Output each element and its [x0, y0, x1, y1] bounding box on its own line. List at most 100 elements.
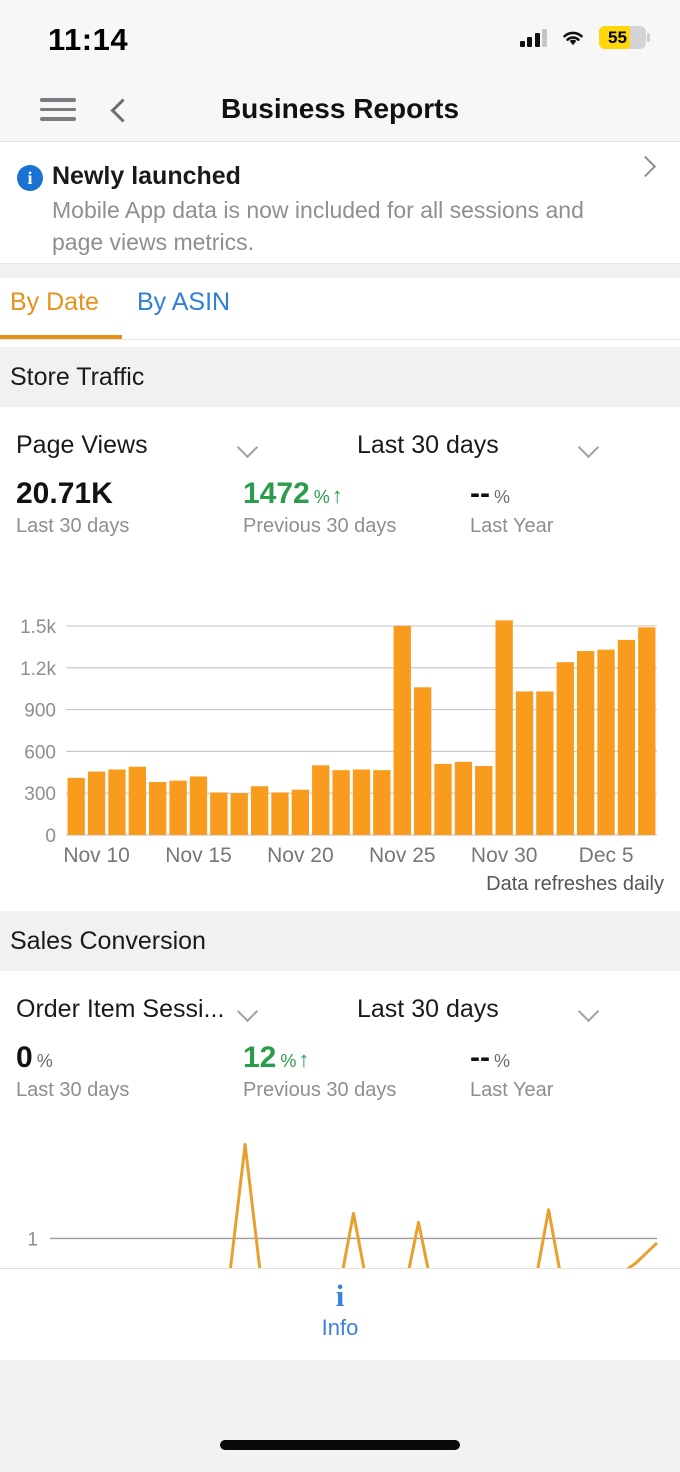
bar[interactable]: [556, 662, 574, 835]
stat-current: 20.71K Last 30 days: [16, 477, 129, 538]
y-axis-tick-label: 1: [27, 1229, 38, 1250]
bar[interactable]: [128, 766, 146, 835]
bar[interactable]: [149, 782, 167, 835]
bar[interactable]: [434, 763, 452, 835]
y-axis-tick-label: 1.2k: [20, 659, 56, 680]
battery-icon: 55: [599, 26, 650, 49]
tab-active-underline: [0, 335, 122, 339]
stat-value: --: [470, 477, 490, 510]
bar[interactable]: [536, 691, 554, 835]
y-axis-tick-label: 600: [24, 742, 56, 763]
bar[interactable]: [87, 771, 106, 835]
page-views-bar-chart[interactable]: 0 300 600 900 1.2k 1.5k Nov 10 Nov 15 Nov 20 Nov …: [0, 577, 680, 867]
bar[interactable]: [393, 625, 411, 835]
chevron-right-icon[interactable]: [634, 154, 658, 178]
section-title: Store Traffic: [10, 362, 145, 391]
stat-label: Last 30 days: [16, 515, 130, 537]
info-circle-icon: i: [17, 165, 43, 191]
announcement-banner[interactable]: i Newly launched Mobile App data is now …: [0, 142, 680, 264]
bar[interactable]: [638, 627, 656, 835]
bar[interactable]: [495, 620, 513, 835]
range-selector-sales-conversion[interactable]: Last 30 days: [357, 995, 499, 1024]
stat-label: Last Year: [470, 515, 554, 537]
stat-unit: %: [493, 487, 510, 507]
home-indicator-area: [0, 1360, 680, 1472]
bar[interactable]: [413, 687, 432, 835]
bar[interactable]: [312, 765, 330, 835]
y-axis-tick-label: 1.5k: [20, 617, 56, 638]
bar[interactable]: [352, 769, 371, 835]
stat-label: Previous 30 days: [243, 515, 397, 537]
stat-unit: %: [36, 1051, 53, 1071]
metric-selector-page-views[interactable]: Page Views: [16, 431, 148, 460]
stat-value: 20.71K: [16, 477, 113, 510]
info-icon: i: [335, 1278, 345, 1313]
bar[interactable]: [210, 792, 228, 835]
bar[interactable]: [475, 766, 493, 835]
trend-up-arrow-icon: ↑: [298, 1047, 310, 1072]
bar[interactable]: [271, 792, 289, 835]
stat-previous: 1472 %↑ Previous 30 days: [243, 477, 396, 538]
bar[interactable]: [67, 777, 85, 835]
banner-title: Newly launched: [52, 162, 241, 190]
range-selector-store-traffic[interactable]: Last 30 days: [357, 431, 499, 460]
section-title: Sales Conversion: [10, 926, 206, 955]
status-time: 11:14: [48, 22, 129, 57]
business-reports-screen: 11:14 55 Business Reports i Newly launch…: [0, 0, 680, 1472]
home-indicator[interactable]: [220, 1440, 460, 1450]
stat-last-year: --% Last Year: [470, 477, 553, 538]
y-axis-tick-label: 0: [45, 826, 56, 847]
section-header-store-traffic: Store Traffic: [0, 347, 680, 407]
banner-body: Mobile App data is now included for all …: [52, 197, 584, 255]
stat-label: Previous 30 days: [243, 1079, 397, 1101]
bar[interactable]: [515, 691, 534, 835]
stat-unit: %: [493, 1051, 510, 1071]
stat-value: 12: [243, 1041, 277, 1074]
x-axis-tick-label: Nov 10: [63, 844, 130, 867]
bar[interactable]: [291, 789, 310, 835]
bar[interactable]: [617, 639, 636, 836]
bar[interactable]: [577, 651, 595, 835]
bar[interactable]: [454, 761, 473, 835]
chart-note-refresh: Data refreshes daily: [486, 873, 664, 895]
x-axis-tick-label: Dec 5: [579, 844, 634, 867]
bar[interactable]: [189, 776, 208, 835]
chevron-down-icon-range-2[interactable]: [578, 1001, 600, 1023]
bar[interactable]: [108, 769, 126, 835]
bar[interactable]: [597, 649, 615, 835]
battery-percent: 55: [608, 27, 627, 47]
page-title: Business Reports: [220, 93, 460, 124]
y-axis-tick-label: 900: [24, 701, 56, 722]
stat-unit: %: [313, 487, 330, 507]
stat-previous-2: 12 %↑ Previous 30 days: [243, 1041, 396, 1102]
cellular-bars-icon: [519, 28, 547, 47]
store-traffic-card: Page Views Last 30 days 20.71K Last 30 d…: [0, 407, 680, 907]
stat-value: 0: [16, 1041, 33, 1074]
chevron-down-icon-metric[interactable]: [237, 437, 259, 459]
x-axis-tick-label: Nov 20: [267, 844, 334, 867]
bar[interactable]: [250, 786, 269, 835]
x-axis-tick-label: Nov 30: [471, 844, 538, 867]
section-header-sales-conversion: Sales Conversion: [0, 911, 680, 971]
status-bar: 11:14 55: [0, 0, 680, 78]
metric-selector-order-item-session[interactable]: Order Item Sessi...: [16, 995, 224, 1024]
stat-last-year-2: --% Last Year: [470, 1041, 553, 1102]
y-axis-tick-label: 300: [24, 784, 56, 805]
report-tabs: By Date By ASIN: [0, 278, 680, 340]
chevron-down-icon-range[interactable]: [578, 437, 600, 459]
tab-by-date[interactable]: By Date: [10, 288, 99, 317]
tab-by-asin[interactable]: By ASIN: [137, 288, 230, 317]
tab-info-label: Info: [321, 1315, 359, 1340]
bar[interactable]: [373, 770, 391, 835]
status-indicators: 55: [519, 26, 650, 49]
bar[interactable]: [230, 793, 248, 835]
app-header: Business Reports: [0, 78, 680, 142]
stat-label: Last 30 days: [16, 1079, 130, 1101]
stat-current-2: 0% Last 30 days: [16, 1041, 129, 1102]
wifi-icon: [563, 31, 583, 45]
chevron-down-icon-metric-2[interactable]: [237, 1001, 259, 1023]
bar[interactable]: [332, 770, 350, 835]
x-axis-tick-label: Nov 25: [369, 844, 436, 867]
tab-info[interactable]: i Info: [0, 1279, 680, 1341]
bar[interactable]: [169, 780, 187, 835]
